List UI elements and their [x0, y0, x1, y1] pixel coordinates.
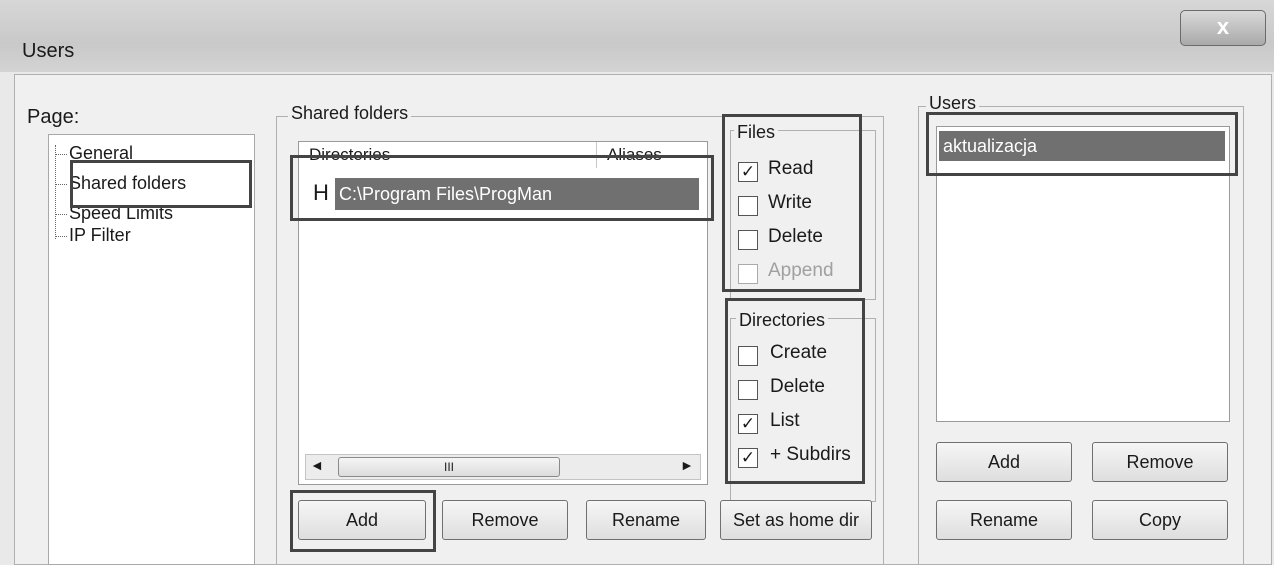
highlight-frame-files	[722, 114, 862, 292]
scroll-left-icon[interactable]: ◄	[310, 457, 324, 473]
scroll-thumb-grip: III	[443, 460, 454, 474]
set-home-dir-button[interactable]: Set as home dir	[720, 500, 872, 540]
users-title: Users	[926, 93, 980, 114]
highlight-frame-folder-row	[290, 155, 714, 221]
copy-user-button[interactable]: Copy	[1092, 500, 1228, 540]
title-bar	[0, 0, 1274, 72]
scroll-thumb[interactable]: III	[338, 457, 560, 477]
tree-item-label: IP Filter	[69, 225, 131, 245]
window-title: Users	[22, 40, 75, 62]
tree-item-ip-filter[interactable]: IP Filter	[55, 225, 131, 246]
horizontal-scrollbar[interactable]: ◄ III ►	[305, 454, 701, 480]
rename-user-button[interactable]: Rename	[936, 500, 1072, 540]
highlight-frame-add	[290, 490, 436, 552]
page-label: Page:	[27, 106, 80, 128]
highlight-frame-shared-folders	[70, 160, 252, 208]
remove-user-button[interactable]: Remove	[1092, 442, 1228, 482]
remove-folder-button[interactable]: Remove	[442, 500, 568, 540]
close-icon: x	[1216, 14, 1230, 39]
shared-folders-title: Shared folders	[288, 103, 412, 124]
add-user-button[interactable]: Add	[936, 442, 1072, 482]
highlight-frame-directories	[725, 298, 865, 484]
rename-folder-button[interactable]: Rename	[586, 500, 706, 540]
highlight-frame-user	[926, 112, 1238, 176]
tree-connector	[55, 145, 56, 239]
scroll-right-icon[interactable]: ►	[680, 457, 694, 473]
close-button[interactable]: x	[1180, 10, 1266, 46]
